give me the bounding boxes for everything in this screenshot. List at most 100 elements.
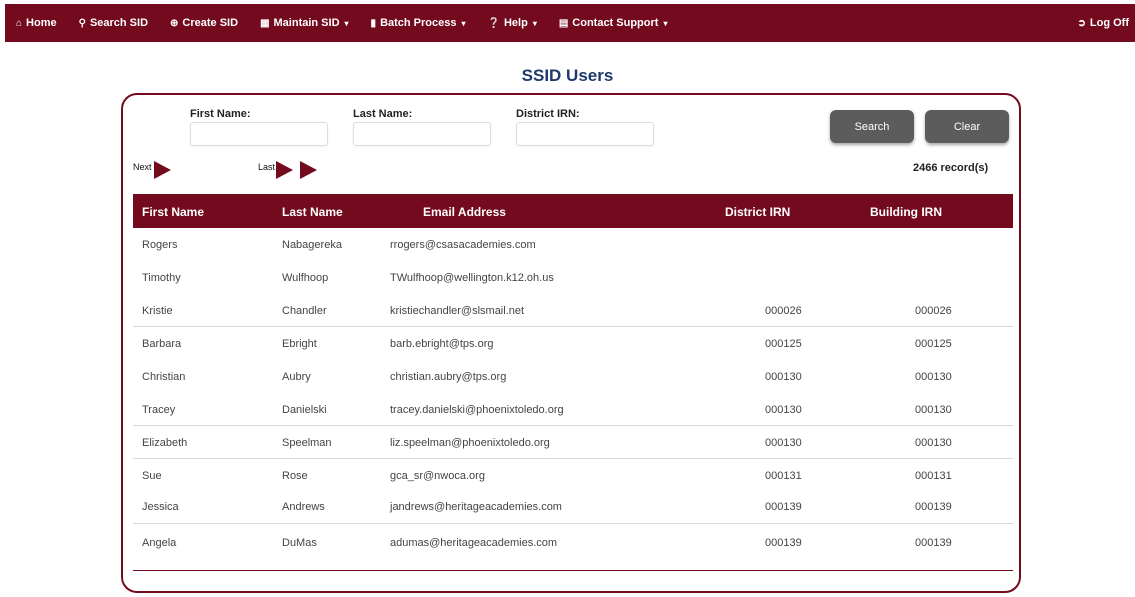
cell-building-irn: 000130 xyxy=(915,404,952,416)
cell-last-name: Wulfhoop xyxy=(282,272,329,284)
cell-first-name: Christian xyxy=(142,371,186,383)
table-row[interactable]: Barbara Ebright barb.ebright@tps.org 000… xyxy=(133,327,1013,360)
cell-email: kristiechandler@slsmail.net xyxy=(390,305,525,317)
nav-batch-process-label: Batch Process xyxy=(380,17,457,29)
nav-search-sid[interactable]: ⚲ Search SID xyxy=(68,4,159,42)
cell-district-irn: 000130 xyxy=(765,404,802,416)
cell-first-name: Kristie xyxy=(142,305,173,317)
cell-building-irn: 000139 xyxy=(915,501,952,513)
cell-last-name: Rose xyxy=(282,470,308,482)
last-arrow-icon xyxy=(276,161,293,179)
record-count: 2466 record(s) xyxy=(913,162,989,174)
cell-last-name: Danielski xyxy=(282,404,327,416)
cell-email: gca_sr@nwoca.org xyxy=(390,470,485,482)
nav-log-off[interactable]: ➲ Log Off xyxy=(1067,4,1135,42)
search-button[interactable]: Search xyxy=(830,110,914,143)
cell-first-name: Sue xyxy=(142,470,162,482)
calculator-icon: ▦ xyxy=(260,17,270,29)
table-row[interactable]: Rogers Nabagereka rrogers@csasacademies.… xyxy=(133,228,1013,261)
cell-first-name: Barbara xyxy=(142,338,182,350)
chevron-down-icon: ▾ xyxy=(532,18,537,28)
header-first-name[interactable]: First Name xyxy=(142,205,204,219)
users-table: First Name Last Name Email Address Distr… xyxy=(133,194,1013,562)
last-name-label: Last Name: xyxy=(353,108,413,120)
cell-district-irn: 000139 xyxy=(765,501,802,513)
nav-contact-support[interactable]: ▤ Contact Support ▾ xyxy=(548,4,679,42)
cell-first-name: Tracey xyxy=(142,404,176,416)
file-icon: ▮ xyxy=(370,17,377,29)
page-title: SSID Users xyxy=(521,66,614,85)
cell-last-name: Nabagereka xyxy=(282,239,342,251)
nav-create-sid[interactable]: ⊕ Create SID xyxy=(159,4,249,42)
last-label: Last xyxy=(258,162,276,172)
nav-help-label: Help xyxy=(503,17,528,29)
card-icon: ▤ xyxy=(558,17,569,29)
cell-first-name: Rogers xyxy=(142,239,178,251)
table-row[interactable]: Tracey Danielski tracey.danielski@phoeni… xyxy=(133,393,1013,426)
table-row[interactable]: Christian Aubry christian.aubry@tps.org … xyxy=(133,360,1013,393)
cell-email: barb.ebright@tps.org xyxy=(390,338,494,350)
clear-button[interactable]: Clear xyxy=(925,110,1009,143)
cell-email: liz.speelman@phoenixtoledo.org xyxy=(390,437,550,449)
cell-building-irn: 000026 xyxy=(915,305,952,317)
cell-first-name: Elizabeth xyxy=(142,437,188,449)
last-arrow-icon xyxy=(300,161,317,179)
cell-email: tracey.danielski@phoenixtoledo.org xyxy=(390,404,564,416)
cell-district-irn: 000130 xyxy=(765,437,802,449)
cell-district-irn: 000130 xyxy=(765,371,802,383)
cell-district-irn: 000026 xyxy=(765,305,802,317)
header-building-irn[interactable]: Building IRN xyxy=(870,205,942,219)
cell-first-name: Angela xyxy=(142,537,177,549)
table-bottom-border xyxy=(133,570,1013,571)
next-arrow-icon[interactable] xyxy=(154,161,171,179)
nav-maintain-sid[interactable]: ▦ Maintain SID ▾ xyxy=(249,4,359,42)
first-name-label: First Name: xyxy=(190,108,251,120)
cell-last-name: Andrews xyxy=(282,501,325,513)
table-row[interactable]: Sue Rose gca_sr@nwoca.org 000131 000131 xyxy=(133,459,1013,492)
cell-last-name: Speelman xyxy=(282,437,332,449)
district-irn-input[interactable] xyxy=(516,122,654,146)
header-email[interactable]: Email Address xyxy=(423,205,506,219)
cell-building-irn: 000139 xyxy=(915,537,952,549)
cell-building-irn: 000131 xyxy=(915,470,952,482)
nav-home-label: Home xyxy=(26,17,57,29)
header-district-irn[interactable]: District IRN xyxy=(725,205,790,219)
nav-log-off-label: Log Off xyxy=(1089,17,1129,29)
cell-email: adumas@heritageacademies.com xyxy=(390,537,558,549)
cell-first-name: Jessica xyxy=(142,501,179,513)
nav-batch-process[interactable]: ▮ Batch Process ▾ xyxy=(360,4,477,42)
cell-email: jandrews@heritageacademies.com xyxy=(390,501,562,513)
cell-district-irn: 000139 xyxy=(765,537,802,549)
nav-search-sid-label: Search SID xyxy=(89,17,149,29)
cell-email: TWulfhoop@wellington.k12.oh.us xyxy=(390,272,554,284)
cell-building-irn: 000125 xyxy=(915,338,952,350)
table-row[interactable]: Elizabeth Speelman liz.speelman@phoenixt… xyxy=(133,426,1013,459)
cell-last-name: Chandler xyxy=(282,305,327,317)
cell-last-name: Aubry xyxy=(282,371,311,383)
nav-help[interactable]: ❔ Help ▾ xyxy=(477,4,548,42)
last-page-button[interactable] xyxy=(276,161,324,181)
cell-email: christian.aubry@tps.org xyxy=(390,371,507,383)
sign-out-icon: ➲ xyxy=(1077,17,1086,29)
cell-district-irn: 000125 xyxy=(765,338,802,350)
table-row[interactable]: Timothy Wulfhoop TWulfhoop@wellington.k1… xyxy=(133,261,1013,294)
cell-building-irn: 000130 xyxy=(915,371,952,383)
nav-contact-support-label: Contact Support xyxy=(572,17,659,29)
cell-email: rrogers@csasacademies.com xyxy=(390,239,536,251)
nav-create-sid-label: Create SID xyxy=(182,17,239,29)
nav-home[interactable]: ⌂ Home xyxy=(5,4,68,42)
cell-last-name: DuMas xyxy=(282,537,317,549)
chevron-down-icon: ▾ xyxy=(663,18,668,28)
table-row[interactable]: Kristie Chandler kristiechandler@slsmail… xyxy=(133,294,1013,327)
last-name-input[interactable] xyxy=(353,122,491,146)
cell-district-irn: 000131 xyxy=(765,470,802,482)
chevron-down-icon: ▾ xyxy=(344,18,349,28)
table-row[interactable]: Jessica Andrews jandrews@heritageacademi… xyxy=(133,492,1013,524)
header-last-name[interactable]: Last Name xyxy=(282,205,343,219)
district-irn-label: District IRN: xyxy=(516,108,580,120)
first-name-input[interactable] xyxy=(190,122,328,146)
table-row[interactable]: Angela DuMas adumas@heritageacademies.co… xyxy=(133,524,1013,562)
cell-last-name: Ebright xyxy=(282,338,317,350)
table-header: First Name Last Name Email Address Distr… xyxy=(133,194,1013,228)
nav-maintain-sid-label: Maintain SID xyxy=(273,17,340,29)
